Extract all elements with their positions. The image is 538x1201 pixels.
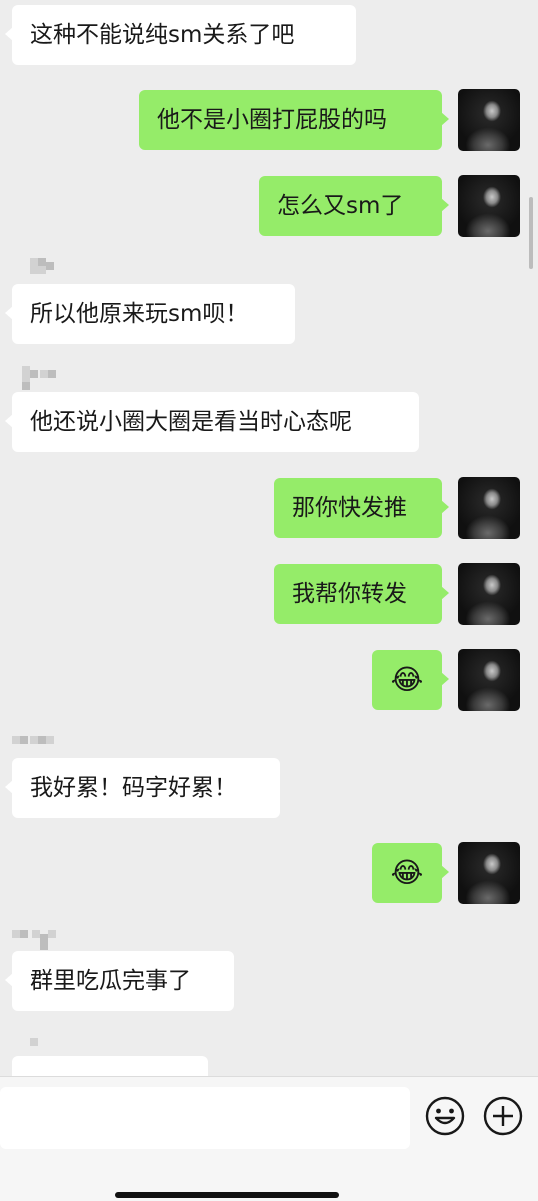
message-bubble-outgoing[interactable]: 怎么又sm了 <box>259 176 449 236</box>
my-avatar[interactable] <box>458 175 520 237</box>
message-text: 他还说小圈大圈是看当时心态呢 <box>30 409 352 435</box>
home-indicator[interactable] <box>115 1192 339 1198</box>
plus-icon[interactable] <box>482 1095 524 1137</box>
message-bubble-incoming-partial[interactable] <box>12 1056 208 1076</box>
message-bubble-outgoing[interactable]: 那你快发推 <box>274 478 449 538</box>
my-avatar[interactable] <box>458 649 520 711</box>
my-avatar[interactable] <box>458 842 520 904</box>
message-bubble-outgoing[interactable]: 😂 <box>372 843 449 903</box>
my-avatar[interactable] <box>458 89 520 151</box>
message-text: 那你快发推 <box>292 495 407 521</box>
message-text: 他不是小圈打屁股的吗 <box>157 107 387 133</box>
message-bubble-outgoing[interactable]: 他不是小圈打屁股的吗 <box>139 90 449 150</box>
message-bubble-outgoing[interactable]: 我帮你转发 <box>274 564 449 624</box>
message-text: 所以他原来玩sm呗！ <box>30 301 249 327</box>
laughing-tears-emoji: 😂 <box>390 663 424 696</box>
message-bubble-incoming[interactable]: 群里吃瓜完事了 <box>5 951 234 1011</box>
message-bubble-incoming[interactable]: 我好累！码字好累！ <box>5 758 280 818</box>
emoji-icon[interactable] <box>424 1095 466 1137</box>
chat-area[interactable]: 这种不能说纯sm关系了吧 他不是小圈打屁股的吗 怎么又sm了 所以他原来玩sm呗… <box>0 0 538 1076</box>
laughing-tears-emoji: 😂 <box>390 856 424 889</box>
message-text: 怎么又sm了 <box>277 193 404 219</box>
message-bubble-outgoing[interactable]: 😂 <box>372 650 449 710</box>
message-bubble-incoming[interactable]: 所以他原来玩sm呗！ <box>5 284 295 344</box>
message-text: 我好累！码字好累！ <box>30 775 237 801</box>
scrollbar[interactable] <box>529 197 533 269</box>
message-text: 我帮你转发 <box>292 581 407 607</box>
input-bar <box>0 1076 538 1201</box>
message-bubble-incoming[interactable]: 他还说小圈大圈是看当时心态呢 <box>5 392 419 452</box>
message-bubble-incoming[interactable]: 这种不能说纯sm关系了吧 <box>5 5 356 65</box>
message-text: 群里吃瓜完事了 <box>30 968 191 994</box>
my-avatar[interactable] <box>458 477 520 539</box>
message-input[interactable] <box>0 1087 410 1149</box>
my-avatar[interactable] <box>458 563 520 625</box>
message-text: 这种不能说纯sm关系了吧 <box>30 22 295 48</box>
